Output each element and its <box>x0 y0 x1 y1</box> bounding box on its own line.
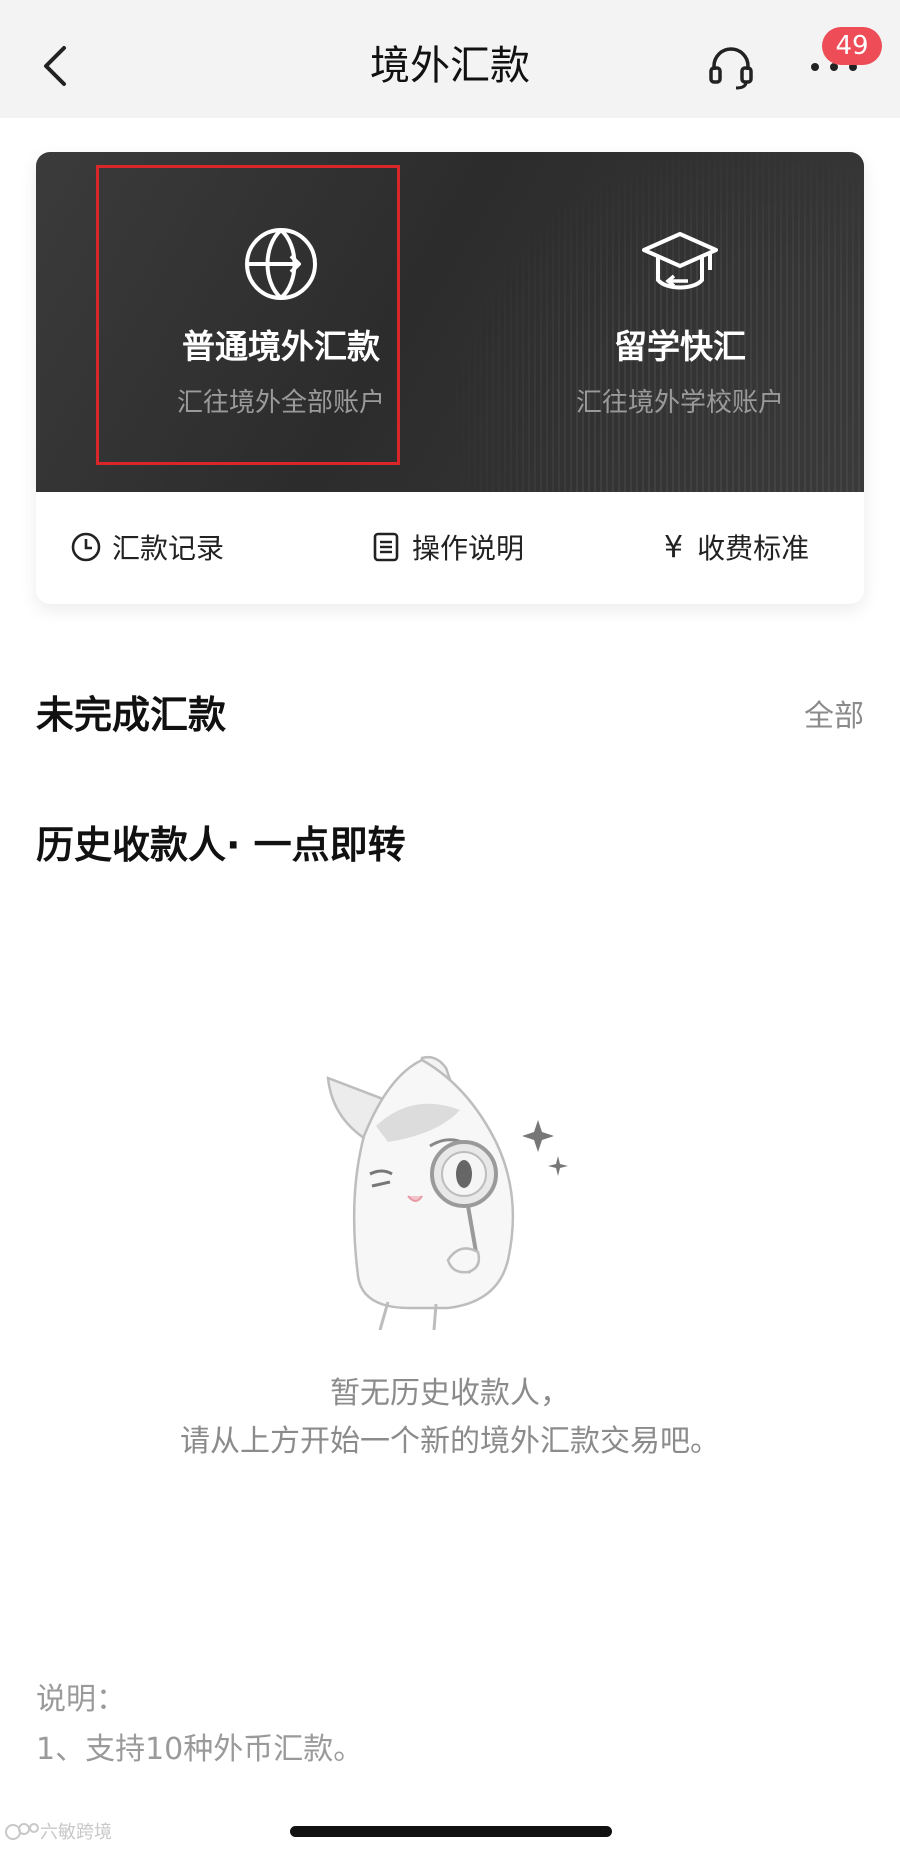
study-abroad-remittance-option[interactable]: 留学快汇 汇往境外学校账户 <box>496 152 864 492</box>
option-subtitle: 汇往境外学校账户 <box>575 388 784 418</box>
graduation-cap-icon <box>642 232 718 290</box>
link-label: 汇款记录 <box>112 532 225 565</box>
notification-badge: 49 <box>822 27 882 65</box>
payees-title: 历史收款人· 一点即转 <box>36 823 406 867</box>
empty-state-cat-illustration <box>326 1055 568 1330</box>
see-all-link[interactable]: 全部 <box>804 696 864 738</box>
headset-icon <box>709 47 753 90</box>
pending-remittance-title: 未完成汇款 <box>36 693 227 737</box>
remittance-records-link[interactable]: 汇款记录 <box>70 522 224 572</box>
link-label: 操作说明 <box>412 532 525 565</box>
watermark: 六敏跨境 <box>4 1818 112 1844</box>
quick-links: 汇款记录 操作说明 ¥ 收费标准 <box>36 492 864 604</box>
watermark-logo-icon <box>5 1823 39 1840</box>
operation-guide-link[interactable]: 操作说明 <box>370 522 524 572</box>
link-label: 收费标准 <box>697 532 810 565</box>
empty-state-text-line2: 请从上方开始一个新的境外汇款交易吧。 <box>180 1424 720 1459</box>
yen-icon: ¥ <box>664 529 684 565</box>
option-title: 留学快汇 <box>614 327 746 366</box>
remittance-card: 普通境外汇款 汇往境外全部账户 留学快汇 汇往境外学校账户 汇款记录 操作说明 … <box>36 152 864 604</box>
watermark-text: 六敏跨境 <box>40 1822 112 1843</box>
remittance-options-panel: 普通境外汇款 汇往境外全部账户 留学快汇 汇往境外学校账户 <box>36 152 864 492</box>
home-indicator[interactable] <box>290 1826 612 1837</box>
customer-service-button[interactable] <box>706 42 756 92</box>
note-item: 1、支持10种外币汇款。 <box>36 1732 364 1767</box>
clock-icon <box>71 532 101 562</box>
page-title: 境外汇款 <box>370 43 530 89</box>
highlight-frame <box>96 165 400 465</box>
notes-label: 说明： <box>36 1682 126 1717</box>
fee-standards-link[interactable]: ¥ 收费标准 <box>664 522 809 572</box>
document-icon <box>373 532 399 562</box>
nav-bar: 境外汇款 49 <box>0 0 900 118</box>
empty-state-text-line1: 暂无历史收款人， <box>330 1376 570 1411</box>
